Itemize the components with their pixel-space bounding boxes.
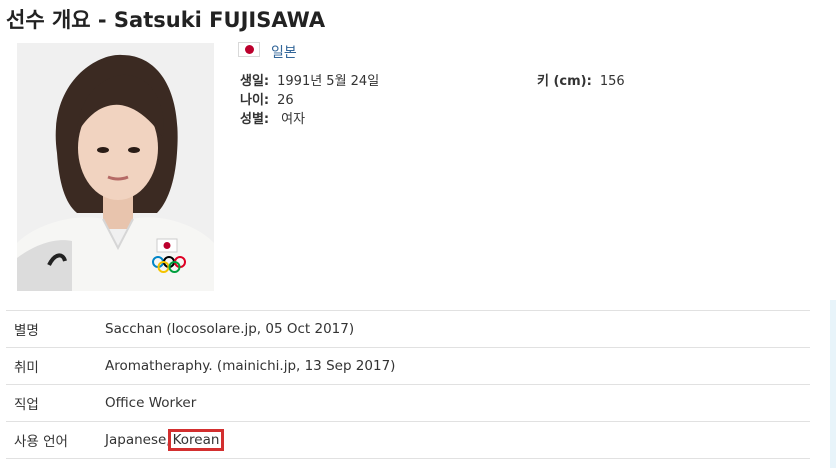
gender-value: 여자 [281, 112, 306, 127]
occupation-value: Office Worker [105, 384, 810, 422]
nickname-label: 별명 [6, 310, 105, 348]
height-label: 키 (cm): [537, 74, 592, 89]
language-korean-highlighted: Korean [167, 429, 225, 451]
height-row: 키 (cm): 156 [537, 70, 625, 89]
occupation-label: 직업 [6, 384, 105, 422]
country-link[interactable]: 일본 [271, 42, 297, 62]
birthdate-label: 생일: [240, 74, 270, 89]
scrollbar[interactable] [830, 300, 836, 468]
hobby-value: Aromatheraphy. (mainichi.jp, 13 Sep 2017… [105, 347, 810, 385]
hobby-label: 취미 [6, 347, 105, 385]
bio-table: 별명 Sacchan (locosolare.jp, 05 Oct 2017) … [6, 310, 810, 459]
table-row: 취미 Aromatheraphy. (mainichi.jp, 13 Sep 2… [6, 347, 810, 385]
gender-label: 성별: [240, 112, 270, 127]
age-value: 26 [277, 93, 294, 108]
languages-value: Japanese, Korean [105, 421, 810, 459]
gender-row: 성별: 여자 [240, 108, 305, 127]
birthdate-value: 1991년 5월 24일 [277, 74, 380, 89]
table-row: 사용 언어 Japanese, Korean [6, 421, 810, 459]
language-japanese: Japanese, [105, 432, 171, 448]
birthdate-row: 생일: 1991년 5월 24일 [240, 70, 379, 89]
age-label: 나이: [240, 93, 270, 108]
languages-label: 사용 언어 [6, 421, 105, 459]
age-row: 나이: 26 [240, 89, 294, 108]
table-row: 별명 Sacchan (locosolare.jp, 05 Oct 2017) [6, 310, 810, 348]
athlete-photo [17, 43, 214, 291]
height-value: 156 [599, 74, 625, 89]
page-title: 선수 개요 - Satsuki FUJISAWA [6, 8, 326, 32]
nickname-value: Sacchan (locosolare.jp, 05 Oct 2017) [105, 310, 810, 348]
table-row: 직업 Office Worker [6, 384, 810, 422]
japan-flag-icon [238, 42, 260, 57]
